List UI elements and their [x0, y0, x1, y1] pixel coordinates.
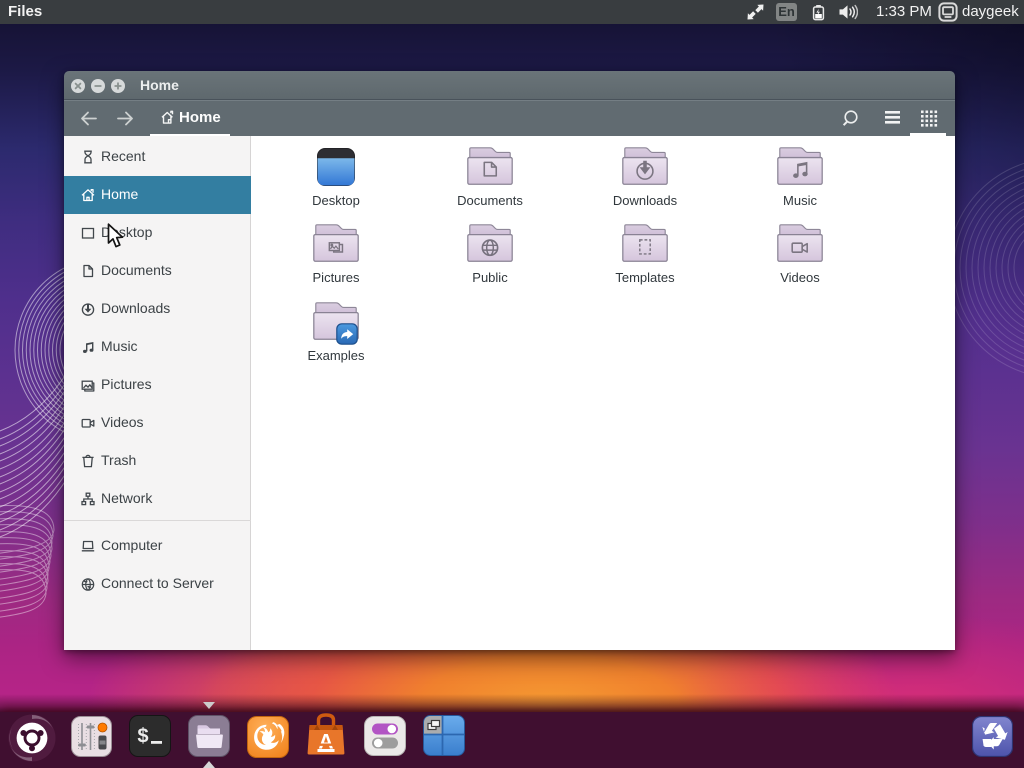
- svg-text:$: $: [137, 726, 149, 749]
